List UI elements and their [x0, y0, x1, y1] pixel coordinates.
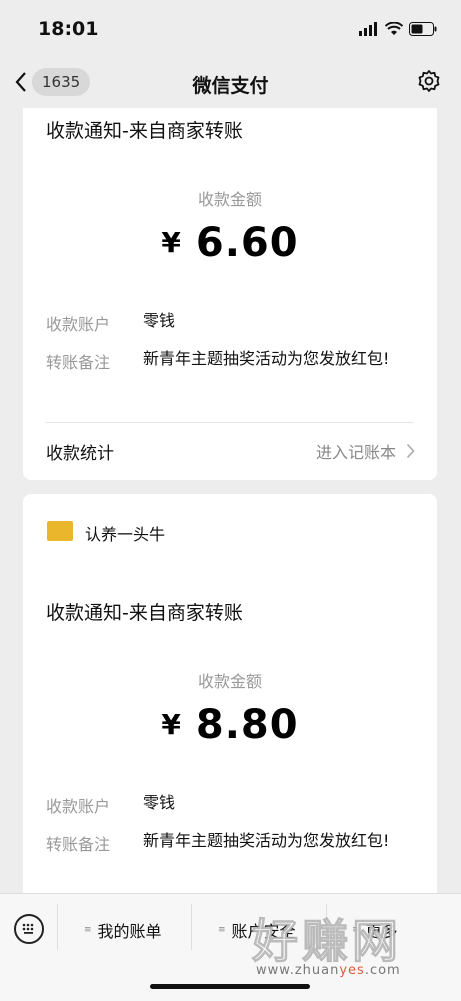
chevron-right-icon	[406, 443, 415, 459]
keyboard-dots-icon	[22, 923, 34, 934]
wifi-icon	[385, 22, 403, 35]
status-time: 18:01	[38, 18, 99, 40]
watermark: 好赚网 www.zhuanyes.com	[252, 905, 452, 995]
account-value: 零钱	[143, 793, 176, 812]
watermark-url-part: .com	[364, 963, 401, 978]
toolbar-separator	[57, 904, 58, 950]
menu-lines-icon: ≡	[218, 925, 226, 935]
amount-value: 8.80	[195, 702, 299, 748]
toolbar-item-label: 我的账单	[97, 922, 162, 941]
keyboard-icon[interactable]	[14, 914, 44, 944]
account-label: 收款账户	[46, 315, 111, 334]
merchant-header: 认养一头牛	[23, 494, 437, 568]
toolbar-item-bills[interactable]: ≡ 我的账单	[84, 918, 162, 942]
amount-value: 6.60	[195, 220, 299, 266]
amount: ¥8.80	[23, 702, 437, 748]
account-label: 收款账户	[46, 797, 111, 816]
toolbar-separator	[191, 904, 192, 950]
status-icons	[359, 20, 437, 38]
amount-label: 收款金额	[197, 672, 262, 691]
watermark-url-part: www.zhuan	[256, 963, 340, 978]
page-title: 微信支付	[192, 75, 269, 97]
account-value: 零钱	[143, 311, 176, 330]
watermark-url-highlight: yes	[339, 963, 365, 978]
signal-icon	[359, 22, 377, 36]
note-value: 新青年主题抽奖活动为您发放红包!	[143, 349, 390, 368]
status-bar: 18:01	[0, 0, 461, 58]
watermark-logo-text: 好赚网	[252, 914, 402, 969]
payment-notice-card[interactable]: 认养一头牛 收款通知-来自商家转账 收款金额 ¥8.80 收款账户 零钱 转账备…	[23, 494, 437, 914]
currency-symbol: ¥	[161, 708, 182, 741]
nav-bar: 1635 微信支付	[0, 58, 461, 108]
gear-icon[interactable]	[417, 69, 441, 93]
card-title: 收款通知-来自商家转账	[46, 120, 243, 142]
menu-lines-icon: ≡	[84, 925, 92, 935]
card-title: 收款通知-来自商家转账	[46, 602, 243, 624]
stats-label: 收款统计	[46, 444, 114, 464]
stats-link[interactable]: 进入记账本	[316, 439, 415, 463]
merchant-logo	[47, 521, 73, 541]
divider	[46, 422, 414, 423]
note-value: 新青年主题抽奖活动为您发放红包!	[143, 831, 390, 850]
merchant-name: 认养一头牛	[85, 525, 166, 544]
amount: ¥6.60	[23, 220, 437, 266]
home-indicator	[150, 984, 310, 989]
currency-symbol: ¥	[161, 226, 182, 259]
payment-notice-card[interactable]: 收款通知-来自商家转账 收款金额 ¥6.60 收款账户 零钱 转账备注 新青年主…	[23, 108, 437, 480]
amount-label: 收款金额	[197, 190, 262, 209]
watermark-url: www.zhuanyes.com	[256, 963, 401, 978]
note-label: 转账备注	[46, 353, 111, 372]
note-label: 转账备注	[46, 835, 111, 854]
battery-icon	[409, 22, 437, 36]
stats-link-label: 进入记账本	[315, 443, 396, 462]
